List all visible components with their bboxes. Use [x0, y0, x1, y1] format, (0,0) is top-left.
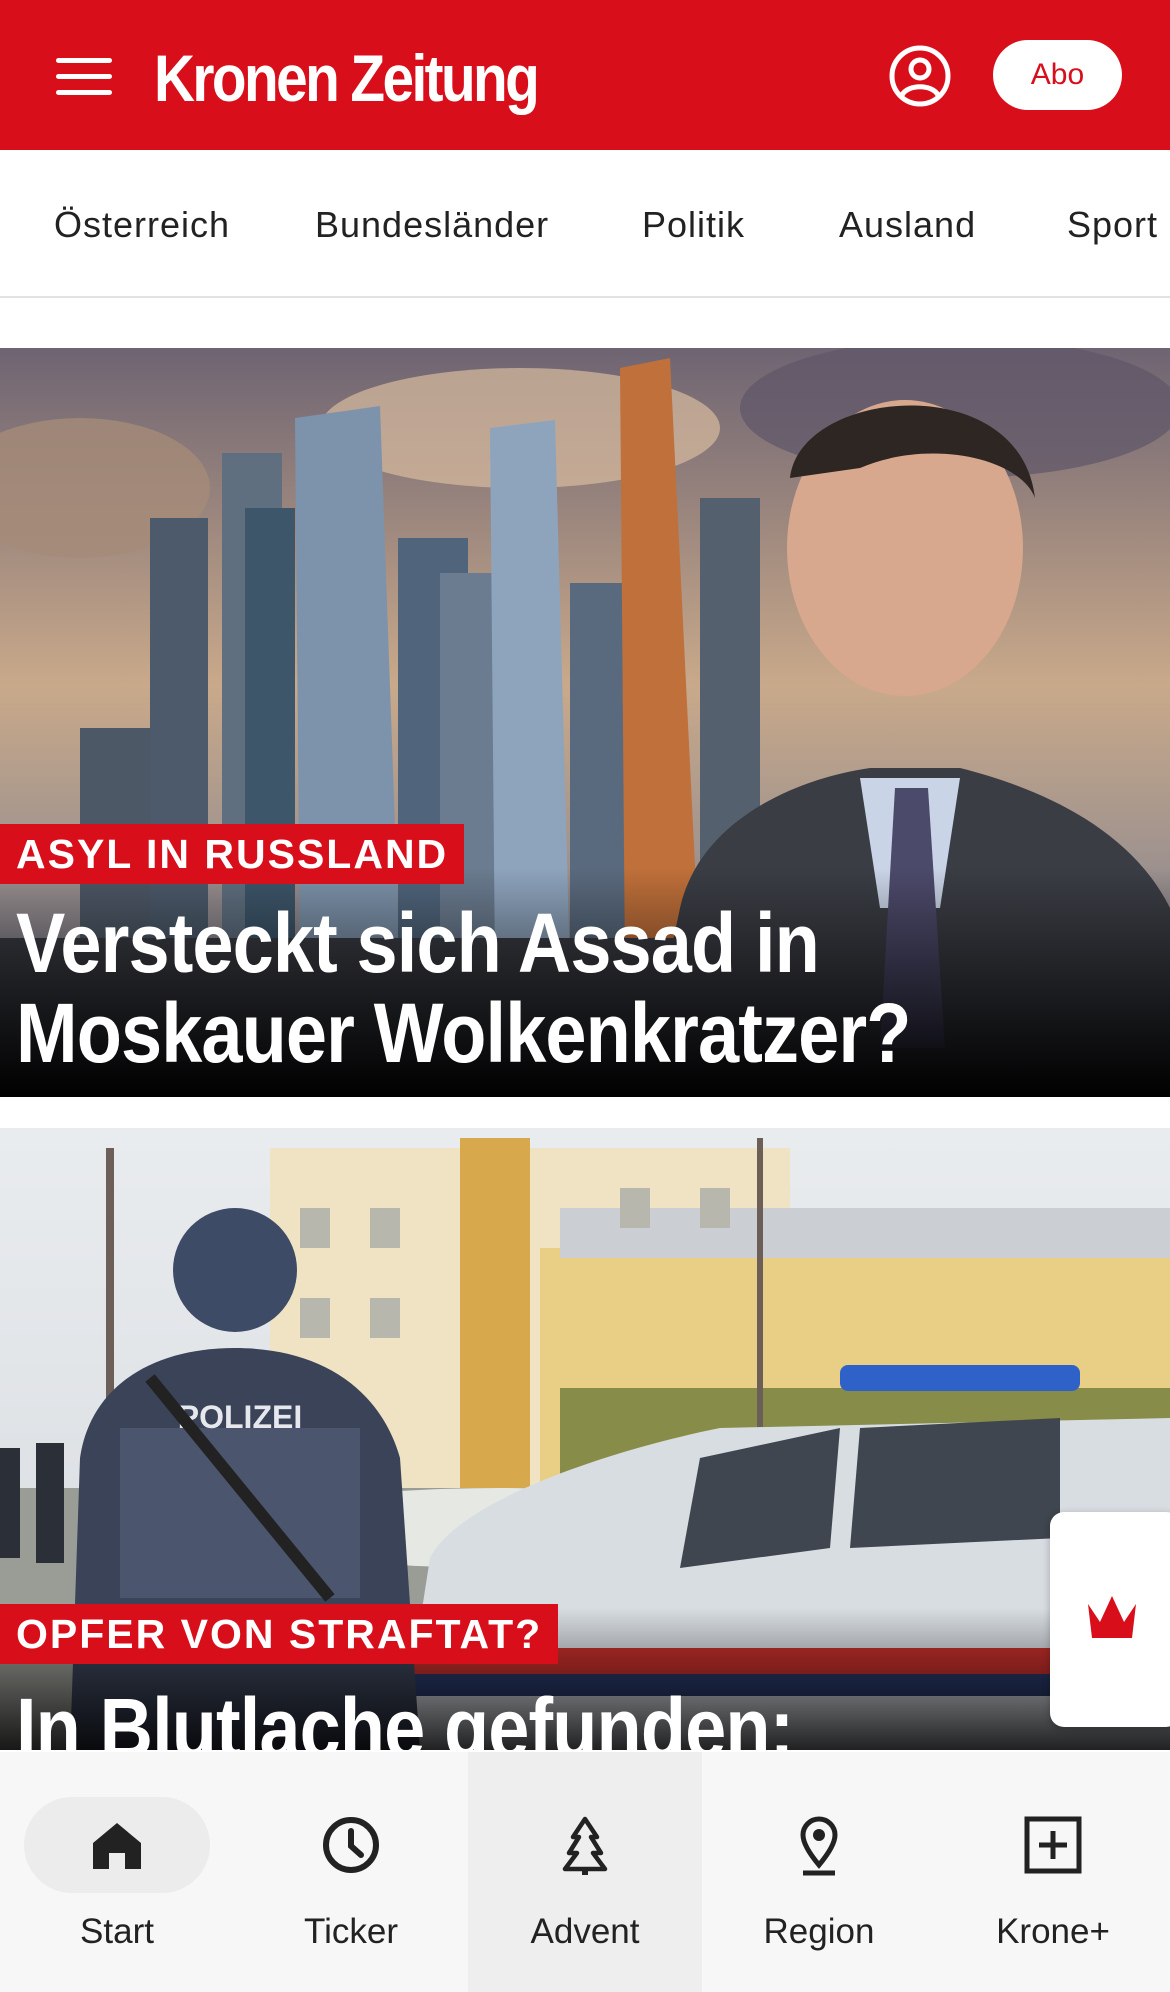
bottom-nav-kroneplus[interactable]: Krone+	[936, 1752, 1170, 1992]
tree-icon	[562, 1816, 608, 1875]
bottom-nav-ticker[interactable]: Ticker	[234, 1752, 468, 1992]
bottom-nav-label: Region	[763, 1912, 875, 1951]
article-headline: Versteckt sich Assad in Moskauer Wolkenk…	[16, 896, 911, 1080]
krone-crown-floating-button[interactable]	[1050, 1512, 1170, 1727]
crown-icon	[1088, 1596, 1136, 1638]
article-headline-line2: Moskauer Wolkenkratzer?	[16, 986, 911, 1080]
bottom-nav-label: Advent	[530, 1912, 640, 1951]
bottom-nav-label: Start	[80, 1912, 154, 1951]
home-icon	[93, 1823, 141, 1869]
category-sport[interactable]: Sport	[1067, 204, 1158, 246]
category-politik[interactable]: Politik	[642, 204, 745, 246]
app-header: Kronen Zeitung Abo	[0, 0, 1170, 150]
article-headline: In Blutlache gefunden:	[16, 1681, 794, 1750]
bottom-navigation: Start Ticker Advent Region Krone+	[0, 1752, 1170, 1992]
article-headline-line1: Versteckt sich Assad in	[16, 896, 820, 990]
hamburger-menu-icon[interactable]	[56, 58, 112, 96]
article-headline-line1: In Blutlache gefunden:	[16, 1681, 794, 1750]
category-oesterreich[interactable]: Österreich	[54, 204, 230, 246]
clock-icon	[323, 1817, 379, 1873]
kronen-zeitung-logo[interactable]: Kronen Zeitung	[154, 36, 540, 120]
bottom-nav-region[interactable]: Region	[702, 1752, 936, 1992]
category-nav: Österreich Bundesländer Politik Ausland …	[0, 150, 1170, 298]
article-kicker: OPFER VON STRAFTAT?	[0, 1604, 559, 1664]
bottom-nav-advent[interactable]: Advent	[468, 1752, 702, 1992]
category-bundeslaender[interactable]: Bundesländer	[315, 204, 549, 246]
location-pin-icon	[800, 1816, 838, 1876]
account-icon[interactable]	[888, 44, 952, 108]
bottom-nav-start[interactable]: Start	[0, 1752, 234, 1992]
article-teaser-assad[interactable]: ASYL IN RUSSLAND Versteckt sich Assad in…	[0, 348, 1170, 1097]
article-teaser-blutlache[interactable]: POLIZEI OPFER VON STRAFTAT? In Blutlache…	[0, 1128, 1170, 1750]
category-ausland[interactable]: Ausland	[839, 204, 976, 246]
bottom-nav-label: Ticker	[304, 1912, 398, 1951]
bottom-nav-label: Krone+	[996, 1912, 1110, 1951]
abo-button[interactable]: Abo	[993, 40, 1122, 110]
article-kicker: ASYL IN RUSSLAND	[0, 824, 465, 884]
plus-box-icon	[1024, 1816, 1082, 1874]
